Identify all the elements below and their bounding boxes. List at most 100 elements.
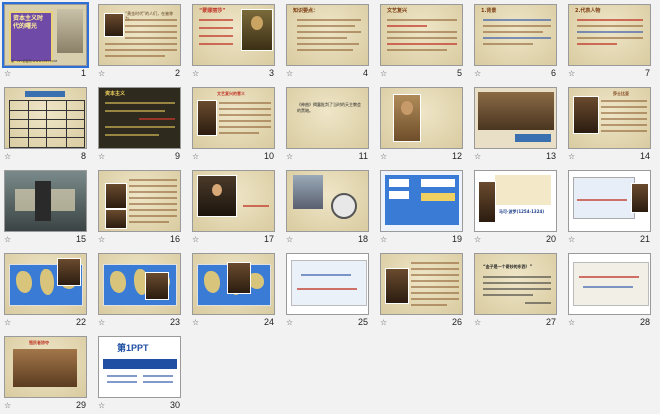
slide-number: 15 [75, 234, 86, 244]
slide-thumbnail-16[interactable]: ☆ 16 [96, 168, 183, 248]
slide-2-preview: “黄金时代”的人们，在被称为... [98, 4, 181, 66]
star-icon[interactable]: ☆ [380, 235, 387, 244]
slide-15-preview [4, 170, 87, 232]
slide-5-title: 文艺复兴 [387, 8, 408, 14]
slide-thumbnail-22[interactable]: ☆ 22 [2, 251, 89, 331]
slide-thumbnail-15[interactable]: ☆ 15 [2, 168, 89, 248]
slide-thumbnail-25[interactable]: ☆ 25 [284, 251, 371, 331]
slide-3-preview: “蒙娜丽莎” [192, 4, 275, 66]
slide-thumbnail-23[interactable]: ☆ 23 [96, 251, 183, 331]
star-icon[interactable]: ☆ [568, 318, 575, 327]
star-icon[interactable]: ☆ [474, 235, 481, 244]
slide-thumbnail-10[interactable]: 文艺复兴的意义 ☆ 10 [190, 85, 277, 165]
star-icon[interactable]: ☆ [474, 152, 481, 161]
slide-1-title: 资本主义时代的曙光 [13, 15, 44, 30]
slide-number: 18 [357, 234, 368, 244]
slide-thumbnail-4[interactable]: 知识要点： ☆ 4 [284, 2, 371, 82]
slide-thumbnail-7[interactable]: 2.代表人物 ☆ 7 [566, 2, 653, 82]
slide-number: 24 [263, 317, 274, 327]
slide-22-preview [4, 253, 87, 315]
star-icon[interactable]: ☆ [192, 318, 199, 327]
slide-number: 19 [451, 234, 462, 244]
slide-thumbnail-19[interactable]: ☆ 19 [378, 168, 465, 248]
slide-thumbnail-24[interactable]: ☆ 24 [190, 251, 277, 331]
star-icon[interactable]: ☆ [4, 401, 11, 410]
star-icon[interactable]: ☆ [98, 401, 105, 410]
star-icon[interactable]: ☆ [192, 152, 199, 161]
slide-thumbnail-3[interactable]: “蒙娜丽莎” ☆ 3 [190, 2, 277, 82]
slide-29-preview: 殖民者掠夺 [4, 336, 87, 398]
star-icon[interactable]: ☆ [568, 152, 575, 161]
star-icon[interactable]: ☆ [380, 152, 387, 161]
slide-number: 8 [80, 151, 86, 161]
star-icon[interactable]: ☆ [380, 69, 387, 78]
slide-thumbnail-6[interactable]: 1.背景 ☆ 6 [472, 2, 559, 82]
slide-6-title: 1.背景 [481, 8, 497, 14]
star-icon[interactable]: ☆ [98, 152, 105, 161]
slide-thumbnail-1[interactable]: 资本主义时代的曙光 第一PPT模板网-WWW.1PPT.COM ☆ 1 [2, 2, 89, 82]
star-icon[interactable]: ☆ [474, 69, 481, 78]
slide-thumbnail-14[interactable]: 莎士比亚 ☆ 14 [566, 85, 653, 165]
star-icon[interactable]: ☆ [286, 152, 293, 161]
slide-number: 10 [263, 151, 274, 161]
slide-30-logo: 第1PPT [117, 343, 149, 353]
slide-20-text: 马可·波罗(1254-1324) [499, 209, 545, 214]
star-icon[interactable]: ☆ [568, 235, 575, 244]
slide-thumbnail-13[interactable]: ☆ 13 [472, 85, 559, 165]
slide-thumbnail-8[interactable]: ☆ 8 [2, 85, 89, 165]
slide-thumbnail-29[interactable]: 殖民者掠夺 ☆ 29 [2, 334, 89, 414]
star-icon[interactable]: ☆ [568, 69, 575, 78]
slide-thumbnail-21[interactable]: ☆ 21 [566, 168, 653, 248]
star-icon[interactable]: ☆ [98, 235, 105, 244]
slide-29-title: 殖民者掠夺 [29, 340, 49, 345]
slide-thumbnail-18[interactable]: ☆ 18 [284, 168, 371, 248]
slide-6-preview: 1.背景 [474, 4, 557, 66]
slide-number: 17 [263, 234, 274, 244]
star-icon[interactable]: ☆ [4, 69, 11, 78]
slide-1-preview: 资本主义时代的曙光 第一PPT模板网-WWW.1PPT.COM [2, 2, 89, 68]
star-icon[interactable]: ☆ [380, 318, 387, 327]
star-icon[interactable]: ☆ [4, 235, 11, 244]
slide-thumbnail-27[interactable]: “金子是一个奇妙的东西！” ☆ 27 [472, 251, 559, 331]
slide-number: 7 [644, 68, 650, 78]
star-icon[interactable]: ☆ [192, 69, 199, 78]
star-icon[interactable]: ☆ [192, 235, 199, 244]
slide-1-footer: 第一PPT模板网-WWW.1PPT.COM [11, 59, 58, 63]
star-icon[interactable]: ☆ [286, 318, 293, 327]
star-icon[interactable]: ☆ [4, 318, 11, 327]
slide-number: 30 [169, 400, 180, 410]
slide-number: 26 [451, 317, 462, 327]
star-icon[interactable]: ☆ [98, 318, 105, 327]
slide-sorter: 资本主义时代的曙光 第一PPT模板网-WWW.1PPT.COM ☆ 1 “黄金时代… [0, 0, 660, 411]
slide-thumbnail-12[interactable]: ☆ 12 [378, 85, 465, 165]
slide-thumbnail-17[interactable]: ☆ 17 [190, 168, 277, 248]
slide-number: 9 [174, 151, 180, 161]
slide-13-preview [474, 87, 557, 149]
slide-thumbnail-26[interactable]: ☆ 26 [378, 251, 465, 331]
slide-27-text: “金子是一个奇妙的东西！” [483, 264, 533, 269]
slide-11-text: 《神曲》揭露批判了当时的天主教会的黑暗。 [297, 102, 361, 113]
star-icon[interactable]: ☆ [4, 152, 11, 161]
slide-thumbnail-11[interactable]: 《神曲》揭露批判了当时的天主教会的黑暗。 ☆ 11 [284, 85, 371, 165]
slide-30-preview: 第1PPT [98, 336, 181, 398]
slide-thumbnail-30[interactable]: 第1PPT ☆ 30 [96, 334, 183, 414]
slide-18-preview [286, 170, 369, 232]
star-icon[interactable]: ☆ [286, 69, 293, 78]
star-icon[interactable]: ☆ [474, 318, 481, 327]
slide-27-preview: “金子是一个奇妙的东西！” [474, 253, 557, 315]
slide-number: 6 [550, 68, 556, 78]
slide-thumbnail-20[interactable]: 马可·波罗(1254-1324) ☆ 20 [472, 168, 559, 248]
slide-thumbnail-28[interactable]: ☆ 28 [566, 251, 653, 331]
slide-number: 11 [358, 151, 368, 161]
slide-thumbnail-5[interactable]: 文艺复兴 ☆ 5 [378, 2, 465, 82]
slide-16-preview [98, 170, 181, 232]
slide-14-preview: 莎士比亚 [568, 87, 651, 149]
slide-grid: 资本主义时代的曙光 第一PPT模板网-WWW.1PPT.COM ☆ 1 “黄金时代… [2, 2, 660, 414]
slide-23-preview [98, 253, 181, 315]
star-icon[interactable]: ☆ [286, 235, 293, 244]
star-icon[interactable]: ☆ [98, 69, 105, 78]
slide-thumbnail-2[interactable]: “黄金时代”的人们，在被称为... ☆ 2 [96, 2, 183, 82]
slide-28-preview [568, 253, 651, 315]
slide-20-preview: 马可·波罗(1254-1324) [474, 170, 557, 232]
slide-thumbnail-9[interactable]: 资本主义 ☆ 9 [96, 85, 183, 165]
